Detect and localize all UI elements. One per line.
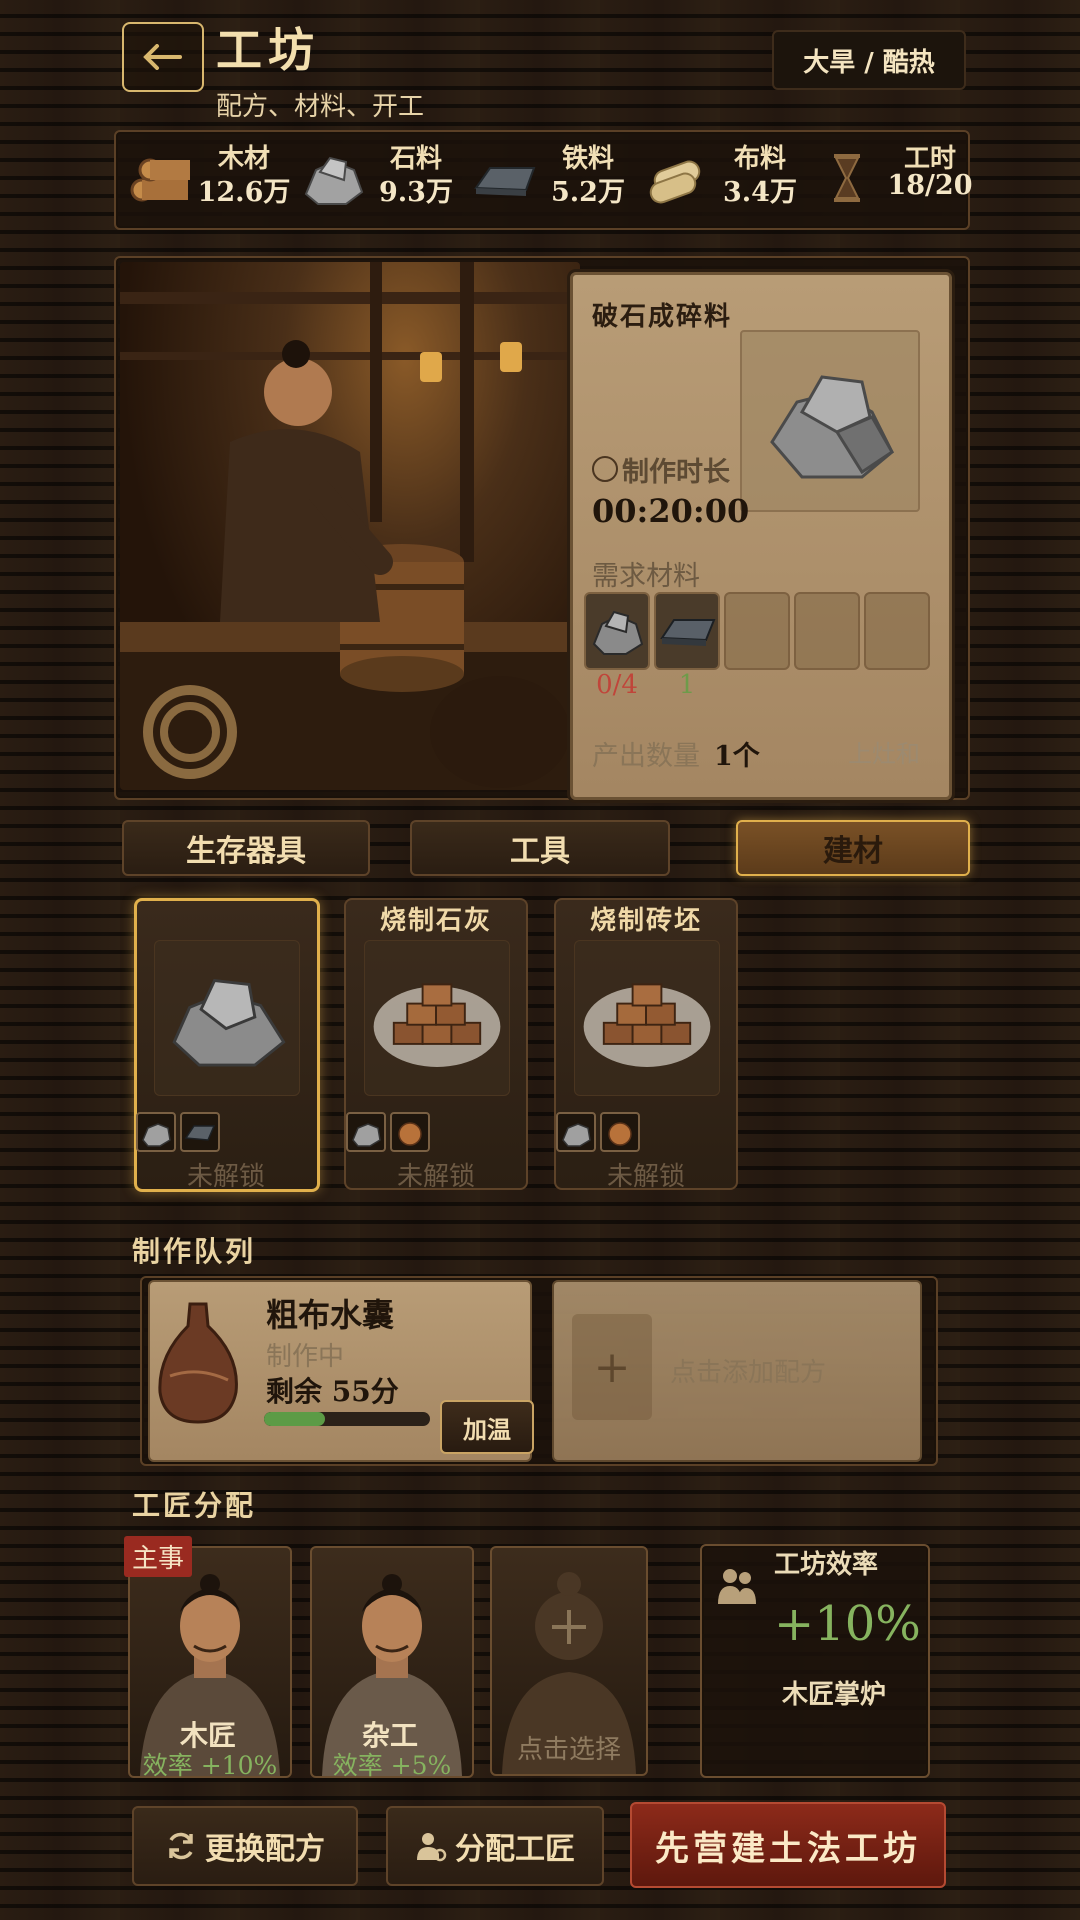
recipe-title: 烧制砖坯 — [589, 906, 702, 936]
hourglass-icon — [814, 148, 880, 208]
worker-empty-text: 点击选择 — [516, 1735, 621, 1765]
back-arrow-icon — [143, 44, 182, 70]
efficiency-title: 工坊效率 — [774, 1550, 879, 1580]
output-label: 产出数量 — [592, 741, 700, 772]
lead-badge: 主事 — [124, 1536, 193, 1577]
clay-icon — [390, 1112, 430, 1152]
recipe-status: 未解锁 — [606, 1162, 685, 1192]
weather-badge: 大旱 / 酷热 — [772, 30, 966, 90]
materials-label: 需求材料 — [592, 561, 700, 592]
queue-empty-text: 点击添加配方 — [670, 1358, 827, 1388]
cloth-roll-icon — [644, 148, 710, 208]
tab-tools[interactable]: 工具 — [410, 820, 670, 876]
people-icon — [718, 1569, 756, 1604]
worker-efficiency: 效率 +10% — [142, 1751, 278, 1780]
tab-label: 工具 — [510, 834, 570, 869]
add-recipe-icon: + — [572, 1314, 652, 1420]
recipe-title: 烧制石灰 — [379, 906, 492, 936]
output-value: 1个 — [714, 741, 760, 772]
build-workshop-button[interactable]: 先营建土法工坊 — [630, 1802, 946, 1888]
weather-text: 大旱 / 酷热 — [803, 47, 935, 78]
iron-ingot-icon — [660, 619, 716, 646]
craft-time-label: 制作时长 — [622, 457, 730, 488]
wood-logs-icon — [128, 148, 194, 208]
tab-label: 建材 — [823, 834, 883, 869]
efficiency-value: +10% — [774, 1596, 921, 1652]
back-button[interactable] — [122, 22, 204, 92]
recipe-status: 未解锁 — [186, 1162, 265, 1192]
assign-worker-button[interactable]: 分配工匠 — [386, 1806, 604, 1886]
queue-progress-bar — [264, 1412, 430, 1426]
queue-item-name: 粗布水囊 — [266, 1296, 395, 1334]
queue-section-label: 制作队列 — [132, 1235, 257, 1268]
material-slot[interactable] — [794, 592, 860, 670]
stone-pile-image — [154, 940, 300, 1096]
workshop-illustration — [120, 262, 580, 790]
person-gear-icon — [417, 1833, 447, 1862]
worker-efficiency: 效率 +5% — [332, 1751, 452, 1780]
tab-label: 生存器具 — [186, 834, 306, 869]
stone-icon — [136, 1112, 176, 1152]
iron-ingot-icon — [472, 148, 538, 208]
heat-button[interactable]: 加温 — [440, 1400, 534, 1454]
material-count: 1 — [678, 670, 696, 700]
stone-icon — [556, 1112, 596, 1152]
brick-pile-image — [574, 940, 720, 1096]
heat-button-label: 加温 — [463, 1414, 511, 1444]
assign-worker-label: 分配工匠 — [455, 1832, 575, 1867]
tab-survival-tools[interactable]: 生存器具 — [122, 820, 370, 876]
page-subtitle: 配方、材料、开工 — [216, 92, 425, 122]
stone-icon — [300, 148, 366, 208]
water-bag-image — [150, 1296, 246, 1426]
queue-item-status: 制作中 — [266, 1342, 345, 1372]
material-slot[interactable] — [654, 592, 720, 670]
tab-building-materials[interactable]: 建材 — [736, 820, 970, 876]
stone-icon — [770, 375, 894, 479]
page-title: 工坊 — [216, 23, 320, 77]
material-slot[interactable] — [864, 592, 930, 670]
recipe-name: 破石成碎料 — [592, 302, 733, 332]
workers-section-label: 工匠分配 — [132, 1489, 257, 1522]
material-slot[interactable] — [724, 592, 790, 670]
refresh-icon — [169, 1832, 193, 1860]
resource-value: 3.4万 — [723, 177, 797, 208]
efficiency-note: 木匠掌炉 — [782, 1680, 887, 1710]
clock-icon — [592, 456, 618, 482]
material-count: 0/4 — [596, 670, 638, 700]
build-workshop-label: 先营建土法工坊 — [655, 1828, 921, 1869]
material-slot[interactable] — [584, 592, 650, 670]
worker-empty-slot[interactable]: 点击选择 — [490, 1546, 648, 1776]
queue-item-remaining: 剩余 55分 — [266, 1375, 399, 1408]
action-hint[interactable]: 上灶和 — [848, 734, 920, 769]
change-recipe-button[interactable]: 更换配方 — [132, 1806, 358, 1886]
clay-icon — [600, 1112, 640, 1152]
queue-progress-fill — [264, 1412, 326, 1426]
recipe-status: 未解锁 — [396, 1162, 475, 1192]
resource-value: 5.2万 — [551, 177, 625, 208]
change-recipe-label: 更换配方 — [205, 1832, 325, 1867]
craft-time-value: 00:20:00 — [592, 492, 750, 530]
brick-pile-image — [364, 940, 510, 1096]
resource-value: 12.6万 — [197, 177, 291, 208]
iron-ingot-icon — [180, 1112, 220, 1152]
stone-icon — [346, 1112, 386, 1152]
resource-value: 18/20 — [887, 170, 973, 201]
stone-icon — [592, 610, 644, 655]
resource-value: 9.3万 — [379, 177, 453, 208]
recipe-preview-image — [740, 330, 920, 512]
